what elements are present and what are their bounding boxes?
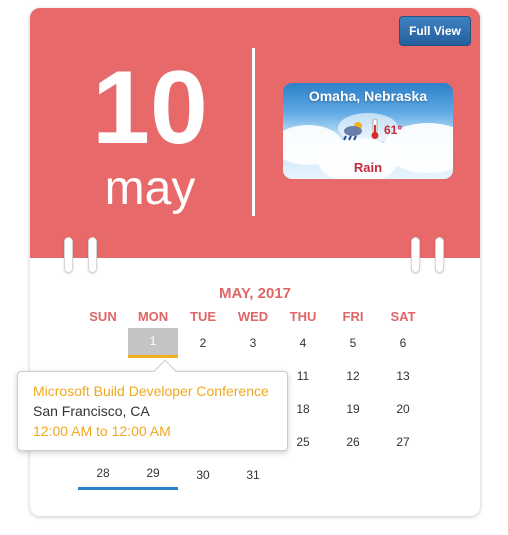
date-cell-3[interactable]: 3 xyxy=(228,328,278,358)
date-cell-20[interactable]: 20 xyxy=(378,394,428,424)
date-cell-31[interactable]: 31 xyxy=(228,460,278,490)
weather-condition: Rain xyxy=(353,160,383,175)
event-title: Microsoft Build Developer Conference xyxy=(33,383,269,399)
current-month: may xyxy=(104,162,196,215)
rain-sun-icon xyxy=(343,122,362,141)
calendar-month-title: MAY, 2017 xyxy=(219,285,291,302)
date-cell-12[interactable]: 12 xyxy=(328,361,378,391)
weekday-thu: THU xyxy=(289,309,317,324)
binder-ring xyxy=(435,237,444,273)
weather-city: Omaha, Nebraska xyxy=(308,88,428,104)
date-cell-29[interactable]: 29 xyxy=(128,460,178,490)
date-cell-19[interactable]: 19 xyxy=(328,394,378,424)
date-cell-30[interactable]: 30 xyxy=(178,460,228,490)
date-cell-2[interactable]: 2 xyxy=(178,328,228,358)
weekday-fri: FRI xyxy=(342,309,364,324)
binder-ring xyxy=(411,237,420,273)
header-divider xyxy=(252,48,255,216)
binder-ring xyxy=(88,237,97,273)
current-day-number: 10 xyxy=(92,50,208,166)
full-view-button[interactable]: Full View xyxy=(399,16,471,46)
date-cell-4[interactable]: 4 xyxy=(278,328,328,358)
date-cell-13[interactable]: 13 xyxy=(378,361,428,391)
weekday-sun: SUN xyxy=(89,309,117,324)
event-tooltip: Microsoft Build Developer Conference San… xyxy=(17,359,288,451)
weekday-sat: SAT xyxy=(390,309,416,324)
date-cell-26[interactable]: 26 xyxy=(328,427,378,457)
weekday-tue: TUE xyxy=(190,309,216,324)
event-location: San Francisco, CA xyxy=(33,403,150,419)
date-cell-28[interactable]: 28 xyxy=(78,460,128,490)
weather-card: Omaha, Nebraska 61° Rain xyxy=(283,83,453,179)
date-cell-6[interactable]: 6 xyxy=(378,328,428,358)
thermometer-icon xyxy=(371,118,379,139)
weekday-wed: WED xyxy=(237,309,269,324)
date-header: Full View 10 may Omaha, Nebraska 61° Rai… xyxy=(30,8,480,258)
event-time: 12:00 AM to 12:00 AM xyxy=(33,423,171,439)
date-cell-1[interactable]: 1 xyxy=(128,328,178,358)
weekday-mon: MON xyxy=(137,309,169,324)
date-cell-5[interactable]: 5 xyxy=(328,328,378,358)
weather-temperature: 61° xyxy=(384,123,403,137)
binder-ring xyxy=(64,237,73,273)
date-cell-27[interactable]: 27 xyxy=(378,427,428,457)
